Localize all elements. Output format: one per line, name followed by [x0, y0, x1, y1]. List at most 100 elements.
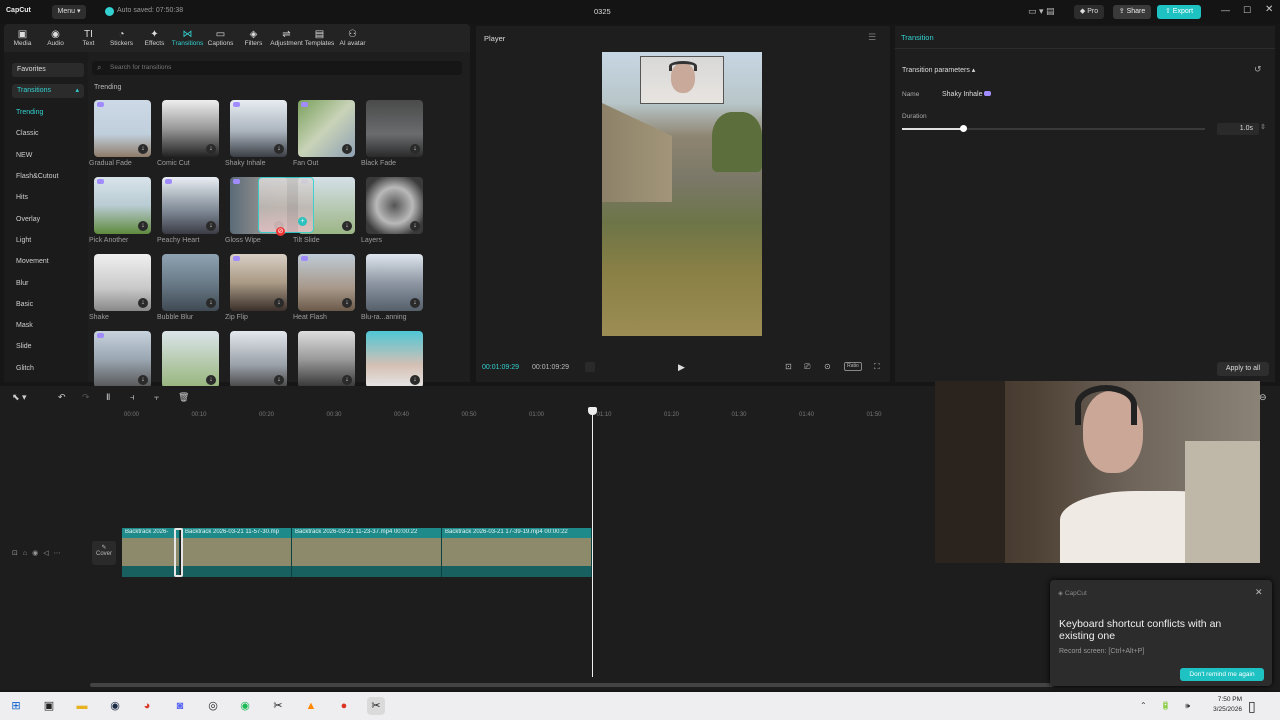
- transition-thumb[interactable]: ↓: [94, 331, 151, 388]
- download-icon[interactable]: ↓: [138, 375, 148, 385]
- download-icon[interactable]: ↓: [410, 298, 420, 308]
- transition-thumb[interactable]: ↓: [94, 177, 151, 234]
- tool-templates[interactable]: ▤ Templates: [303, 24, 336, 52]
- transition-thumb[interactable]: ↓: [366, 177, 423, 234]
- download-icon[interactable]: ↓: [138, 144, 148, 154]
- close-icon[interactable]: ✕: [1265, 4, 1273, 15]
- sidebar-item-trending[interactable]: Trending: [4, 102, 88, 123]
- download-icon[interactable]: ↓: [138, 221, 148, 231]
- transition-thumb[interactable]: ↓: [298, 331, 355, 388]
- download-icon[interactable]: ↓: [342, 298, 352, 308]
- timeline-clip[interactable]: Backtrack 2026-: [122, 528, 180, 577]
- download-icon[interactable]: ↓: [342, 375, 352, 385]
- menu-button[interactable]: Menu ▾: [52, 5, 86, 19]
- zoom-icon[interactable]: ⊙: [824, 362, 831, 371]
- tool-audio[interactable]: ◉ Audio: [39, 24, 72, 52]
- duration-slider[interactable]: [902, 125, 1205, 132]
- download-icon[interactable]: ↓: [206, 375, 216, 385]
- transition-thumb[interactable]: ↓: [366, 254, 423, 311]
- tool-filters[interactable]: ◈ Filters: [237, 24, 270, 52]
- reset-icon[interactable]: ↺: [1254, 64, 1262, 75]
- transition-thumb[interactable]: ↓: [162, 331, 219, 388]
- download-icon[interactable]: ↓: [206, 144, 216, 154]
- task-view-icon[interactable]: ▣: [40, 697, 58, 715]
- cover-button[interactable]: ✎ Cover: [92, 541, 116, 565]
- share-button[interactable]: ⇪ Share: [1113, 5, 1151, 19]
- sidebar-item-flash-cutout[interactable]: Flash&Cutout: [4, 166, 88, 187]
- transition-thumb[interactable]: ↓: [230, 254, 287, 311]
- apply-to-all-button[interactable]: Apply to all: [1217, 362, 1269, 376]
- pro-button[interactable]: ◆ Pro: [1074, 5, 1104, 19]
- transition-drop-marker[interactable]: [174, 528, 183, 577]
- transition-thumb[interactable]: ↓: [162, 100, 219, 157]
- download-icon[interactable]: ↓: [410, 144, 420, 154]
- export-button[interactable]: ⇧ Export: [1157, 5, 1201, 19]
- transition-thumb[interactable]: ↓: [230, 100, 287, 157]
- download-icon[interactable]: ↓: [138, 298, 148, 308]
- steam-icon[interactable]: ◉: [106, 697, 124, 715]
- favorites-button[interactable]: Favorites: [12, 63, 84, 77]
- sidebar-item-blur[interactable]: Blur: [4, 272, 88, 293]
- start-icon[interactable]: ⊞: [7, 697, 25, 715]
- download-icon[interactable]: ↓: [274, 298, 284, 308]
- fullscreen-icon[interactable]: ⛶: [874, 362, 880, 372]
- player-menu-icon[interactable]: ☰: [868, 32, 876, 43]
- download-icon[interactable]: ↓: [206, 298, 216, 308]
- transition-thumb[interactable]: ↓: [366, 100, 423, 157]
- sidebar-item-overlay[interactable]: Overlay: [4, 208, 88, 229]
- duration-slider-handle[interactable]: [959, 125, 967, 132]
- download-icon[interactable]: ↓: [342, 144, 352, 154]
- playhead-handle[interactable]: [588, 407, 597, 415]
- timeline-clip[interactable]: Backtrack 2026-03-21 11-23-37.mp4 00:00:…: [292, 528, 442, 577]
- sidebar-item-slide[interactable]: Slide: [4, 336, 88, 357]
- tool-media[interactable]: ▣ Media: [6, 24, 39, 52]
- transition-thumb[interactable]: ↓: [230, 331, 287, 388]
- sidebar-item-basic[interactable]: Basic: [4, 294, 88, 315]
- camera-icon[interactable]: ⎚: [804, 362, 810, 372]
- timeline-clip[interactable]: Backtrack 2026-03-21 17-39-19.mp4 00:00:…: [442, 528, 592, 577]
- sidebar-item-glitch[interactable]: Glitch: [4, 358, 88, 379]
- capcut-taskbar-icon[interactable]: ✂: [269, 697, 287, 715]
- sidebar-item-mask[interactable]: Mask: [4, 315, 88, 336]
- transition-params-heading[interactable]: Transition parameters ▴: [902, 66, 975, 74]
- file-explorer-icon[interactable]: ▬: [73, 697, 91, 715]
- transition-thumb[interactable]: ↓: [162, 254, 219, 311]
- playhead[interactable]: [592, 410, 593, 677]
- transition-thumb[interactable]: ↓: [298, 100, 355, 157]
- timeline-scrollbar[interactable]: [90, 683, 1054, 687]
- timecode-toggle[interactable]: [585, 362, 595, 372]
- video-preview[interactable]: [602, 52, 762, 336]
- download-icon[interactable]: ↓: [410, 221, 420, 231]
- transition-thumb[interactable]: ↓: [94, 254, 151, 311]
- download-icon[interactable]: ↓: [342, 221, 352, 231]
- duration-stepper[interactable]: ⇳: [1260, 123, 1266, 131]
- spotify-icon[interactable]: ◉: [236, 697, 254, 715]
- vlc-icon[interactable]: ▲: [302, 697, 320, 715]
- tool-text[interactable]: TI Text: [72, 24, 105, 52]
- sidebar-item-hits[interactable]: Hits: [4, 187, 88, 208]
- tool-adjustment[interactable]: ⇌ Adjustment: [270, 24, 303, 52]
- tool-effects[interactable]: ✦ Effects: [138, 24, 171, 52]
- sidebar-item-movement[interactable]: Movement: [4, 251, 88, 272]
- download-icon[interactable]: ↓: [410, 375, 420, 385]
- download-icon[interactable]: ↓: [206, 221, 216, 231]
- transition-thumb[interactable]: ↓: [366, 331, 423, 388]
- app-icon[interactable]: ●: [335, 697, 353, 715]
- transition-thumb[interactable]: ↓: [298, 254, 355, 311]
- toast-close-icon[interactable]: ✕: [1255, 587, 1263, 598]
- play-button[interactable]: ▶: [678, 362, 685, 373]
- layout-icon[interactable]: ▭ ▾ ▤: [1028, 6, 1055, 17]
- system-tray[interactable]: ⌃ 🔋 🕪: [1140, 701, 1196, 711]
- search-input[interactable]: ⌕ Search for transitions: [92, 61, 462, 75]
- track-controls[interactable]: ⊡⌂◉◁⋯: [12, 549, 66, 557]
- sidebar-item-classic[interactable]: Classic: [4, 123, 88, 144]
- minimize-icon[interactable]: —: [1221, 5, 1230, 15]
- tool-ai-avatar[interactable]: ⚇ AI avatar: [336, 24, 369, 52]
- tab-transition[interactable]: Transition: [901, 33, 934, 42]
- timeline-clip[interactable]: Backtrack 2026-03-21 11-57-30.mp: [182, 528, 292, 577]
- tool-stickers[interactable]: ◔ Stickers: [105, 24, 138, 52]
- duration-input[interactable]: 1.0s: [1217, 123, 1259, 135]
- capcut-active-icon[interactable]: ✂: [367, 697, 385, 715]
- transition-thumb[interactable]: ↓: [162, 177, 219, 234]
- tool-captions[interactable]: ▭ Captions: [204, 24, 237, 52]
